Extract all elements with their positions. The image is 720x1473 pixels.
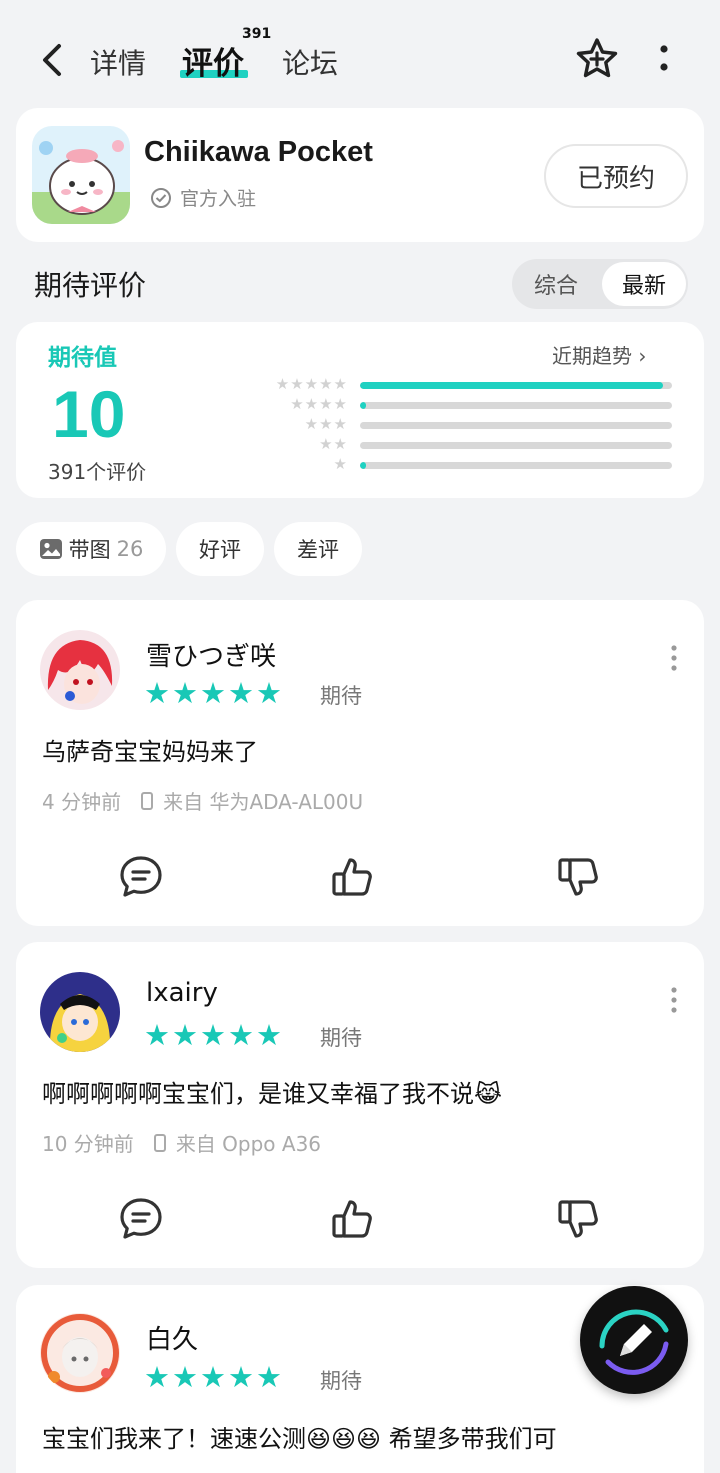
rating-bar-4: ★★★★ [252,395,672,413]
avatar[interactable] [40,972,120,1052]
pencil-icon [599,1309,669,1375]
top-nav-bar: 详情 评价 391 论坛 [0,0,720,110]
review-meta: 10 分钟前 来自 Oppo A36 [42,1128,321,1157]
tab-reviews-count: 391 [242,26,272,42]
comment-icon[interactable] [118,854,164,900]
review-time: 10 分钟前 [42,1132,134,1156]
rating-bar-2: ★★ [252,435,672,453]
review-text: 宝宝们我来了！速速公测😆😆😆 希望多带我们可 [42,1425,557,1453]
phone-icon [153,1133,166,1152]
review-device: 来自 Oppo A36 [175,1132,322,1156]
section-title: 期待评价 [34,269,147,302]
star-rating: ★★★★★ [144,676,284,710]
review-text: 乌萨奇宝宝妈妈来了 [42,738,258,766]
rating-bar-track [360,442,672,449]
review-tag: 期待 [320,1369,362,1393]
review-card: 雪ひつぎ咲 ★★★★★ 期待 乌萨奇宝宝妈妈来了 4 分钟前 来自 华为ADA-… [16,600,704,926]
thumbs-down-icon[interactable] [556,854,602,900]
tab-details[interactable]: 详情 [90,42,146,82]
sort-toggle[interactable]: 综合 最新 [512,259,688,309]
review-tag: 期待 [320,684,362,708]
avatar[interactable] [40,1313,120,1393]
one-star-icon: ★ [333,455,348,473]
follow-star-icon[interactable] [574,36,620,82]
expectation-score: 10 [52,377,126,451]
rating-bar-track [360,422,672,429]
avatar[interactable] [40,630,120,710]
recent-trend-link[interactable]: 近期趋势 › [552,340,646,369]
filter-with-image-count: 26 [116,537,144,561]
two-star-icons: ★★ [319,435,348,453]
filter-positive[interactable]: 好评 [176,522,264,576]
official-label: 官方入驻 [180,188,257,210]
review-time: 4 分钟前 [42,790,122,814]
five-star-icons: ★★★★★ [275,375,348,393]
official-badge: 官方入驻 [150,184,256,211]
rating-bar-track [360,382,672,389]
phone-icon [141,791,154,810]
thumbs-up-icon[interactable] [330,854,376,900]
app-name: Chiikawa Pocket [144,136,373,168]
app-icon [32,126,130,224]
four-star-icons: ★★★★ [290,395,348,413]
write-review-button[interactable] [580,1286,688,1394]
review-more-icon[interactable] [668,644,680,672]
star-rating: ★★★★★ [144,1018,284,1052]
tab-reviews[interactable]: 评价 [182,38,244,83]
comment-icon[interactable] [118,1196,164,1242]
more-options-icon[interactable] [652,42,676,76]
rating-bar-fill [360,382,663,389]
username[interactable]: 白久 [146,1319,198,1356]
reserve-button[interactable]: 已预约 [544,144,688,208]
review-text: 啊啊啊啊啊宝宝们，是谁又幸福了我不说😹 [42,1080,503,1108]
three-star-icons: ★★★ [304,415,348,433]
thumbs-down-icon[interactable] [556,1196,602,1242]
thumbs-up-icon[interactable] [330,1196,376,1242]
filter-with-image[interactable]: 带图 26 [16,522,166,576]
star-rating: ★★★★★ [144,1360,284,1394]
filter-with-image-label: 带图 [68,538,111,562]
expectation-label: 期待值 [48,345,117,371]
sort-option-latest[interactable]: 最新 [602,262,686,306]
username[interactable]: 雪ひつぎ咲 [146,636,276,673]
filter-negative[interactable]: 差评 [274,522,362,576]
review-count: 391个评价 [48,460,147,484]
rating-bar-fill [360,462,367,469]
review-card: lxairy ★★★★★ 期待 啊啊啊啊啊宝宝们，是谁又幸福了我不说😹 10 分… [16,942,704,1268]
rating-bar-1: ★ [252,455,672,473]
review-device: 来自 华为ADA-AL00U [163,790,364,814]
rating-bar-track [360,462,672,469]
review-more-icon[interactable] [668,986,680,1014]
sort-option-comprehensive[interactable]: 综合 [512,259,600,309]
check-circle-icon [151,187,171,208]
review-meta: 4 分钟前 来自 华为ADA-AL00U [42,786,363,815]
review-tag: 期待 [320,1026,362,1050]
rating-bar-fill [360,402,367,409]
app-info-card[interactable]: Chiikawa Pocket 官方入驻 已预约 [16,108,704,242]
rating-bar-3: ★★★ [252,415,672,433]
tab-forum[interactable]: 论坛 [282,42,338,82]
rating-summary-card: 期待值 10 391个评价 近期趋势 › ★★★★★ ★★★★ ★★★ ★★ ★ [16,322,704,498]
back-arrow-icon[interactable] [32,40,72,80]
username[interactable]: lxairy [146,978,218,1008]
image-icon [39,539,62,559]
rating-bar-5: ★★★★★ [252,375,672,393]
rating-bar-track [360,402,672,409]
